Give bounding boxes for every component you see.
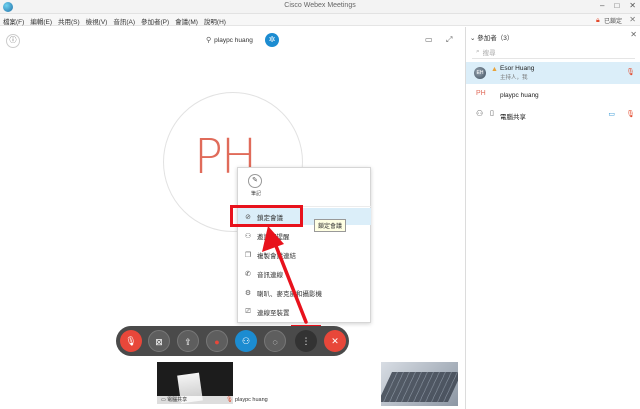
self-video-label-text: 電腦共享 xyxy=(167,397,188,403)
microphone-muted-icon: 🎙︎ xyxy=(125,336,137,346)
cast-icon: ⎚ xyxy=(245,307,251,315)
lock-status-label: 已鎖定 xyxy=(603,19,622,25)
person-icon: ⚇ xyxy=(476,109,484,118)
participant-name: playpc huang xyxy=(500,92,539,99)
menu-meeting[interactable]: 會議(M) xyxy=(175,16,198,26)
more-options-button[interactable]: ⋮ xyxy=(295,330,317,352)
device-icon: ▯ xyxy=(490,110,494,117)
menu-item-label: 連線至裝置 xyxy=(257,309,290,317)
maximize-icon[interactable]: □ xyxy=(614,1,619,10)
window-title: Cisco Webex Meetings xyxy=(284,2,356,9)
speaker-icon: ⚲ xyxy=(206,37,212,44)
close-icon: ✕ xyxy=(331,336,339,346)
chat-icon: ◌ xyxy=(272,337,278,347)
participant-row[interactable]: EH ▲ Esor Huang 主持人，我 🎙︎ xyxy=(466,62,640,84)
lock-status-icon: 🔒︎ xyxy=(595,16,600,24)
menu-participant[interactable]: 參加者(P) xyxy=(141,16,169,26)
participant-name: 電腦共享 xyxy=(500,114,526,121)
menu-item-invite[interactable]: ⚇ 邀請和提醒 xyxy=(238,227,371,244)
menu-view[interactable]: 檢視(V) xyxy=(86,16,108,26)
search-input[interactable]: 搜尋 xyxy=(483,47,496,57)
meeting-info-button[interactable]: ⓘ xyxy=(6,34,20,48)
phone-icon: ✆ xyxy=(245,270,251,278)
more-options-menu: ✎ 筆記 ⊘ 鎖定會議 ⚇ 邀請和提醒 ❐ 複製會議連結 ✆ 音訊連線 ⚙ 喇叭… xyxy=(237,167,371,323)
window-controls: – □ ✕ xyxy=(600,1,636,10)
menu-item-label: 複製會議連結 xyxy=(257,252,296,260)
close-icon[interactable]: ✕ xyxy=(629,1,636,10)
active-speaker-name: playpc huang xyxy=(214,36,253,44)
camera-icon[interactable]: ▭ xyxy=(608,110,615,118)
menu-file[interactable]: 檔案(F) xyxy=(3,16,24,26)
remote-video-thumbnail[interactable] xyxy=(381,362,458,406)
menubar-close-icon[interactable]: ✕ xyxy=(629,15,636,24)
search-icon: ⌕ xyxy=(476,48,480,55)
more-vertical-icon: ⋮ xyxy=(301,336,311,346)
record-icon: ● xyxy=(214,337,220,347)
title-bar: Cisco Webex Meetings – □ ✕ xyxy=(0,0,640,14)
menu-share[interactable]: 共用(S) xyxy=(58,16,80,26)
copy-icon: ❐ xyxy=(244,251,252,259)
mic-muted-icon[interactable]: 🎙︎ xyxy=(626,68,635,76)
menu-help[interactable]: 說明(H) xyxy=(204,16,226,26)
lock-status: 🔒︎ 已鎖定 xyxy=(595,16,622,26)
self-video-label: ▭ 電腦共享 xyxy=(157,396,233,404)
share-icon: ⇪ xyxy=(184,337,192,347)
mute-button[interactable]: 🎙︎ xyxy=(120,330,142,352)
layout-button[interactable]: ✲ xyxy=(265,33,279,47)
menu-item-copy-link[interactable]: ❐ 複製會議連結 xyxy=(238,246,371,263)
participants-search[interactable]: ⌕ 搜尋 xyxy=(472,46,635,59)
mic-muted-icon: 🎙︎ xyxy=(226,397,233,403)
menu-bar: 檔案(F) 編輯(E) 共用(S) 檢視(V) 音訊(A) 參加者(P) 會議(… xyxy=(0,14,640,26)
collapse-chevron-icon[interactable]: ⌄ xyxy=(470,35,475,42)
participant-avatar: EH xyxy=(474,67,486,79)
host-icon: ▲ xyxy=(491,66,498,73)
screen-icon: ▭ xyxy=(161,397,166,403)
menu-item-audio-video-settings[interactable]: ⚙ 喇叭、麥克風和攝影機 xyxy=(238,284,371,301)
menu-item-label: 音訊連線 xyxy=(257,271,283,279)
expand-icon[interactable]: ⤢ xyxy=(446,35,452,45)
share-button[interactable]: ⇪ xyxy=(177,330,199,352)
panel-close-icon[interactable]: ✕ xyxy=(630,30,637,39)
record-button[interactable]: ● xyxy=(206,330,228,352)
participant-initials: PH xyxy=(476,90,486,97)
thumbnail-name: playpc huang xyxy=(234,397,268,403)
lock-meeting-tooltip: 鎖定會議 xyxy=(314,219,347,232)
screen-view-icon[interactable]: ▭ xyxy=(425,35,433,44)
menu-item-label: 喇叭、麥克風和攝影機 xyxy=(257,290,322,298)
participants-title: 參加者（3） xyxy=(477,35,514,42)
mic-muted-icon[interactable]: 🎙︎ xyxy=(626,110,635,118)
end-meeting-button[interactable]: ✕ xyxy=(324,330,346,352)
menu-item-audio-connection[interactable]: ✆ 音訊連線 xyxy=(238,265,371,282)
participants-icon: ⚇ xyxy=(241,336,251,346)
menu-item-connect-device[interactable]: ⎚ 連線至裝置 xyxy=(238,303,371,320)
menu-audio[interactable]: 音訊(A) xyxy=(113,16,135,26)
video-frame-keyboard xyxy=(381,372,458,402)
menu-item-label: 邀請和提醒 xyxy=(257,233,290,241)
camera-off-icon: ⊠ xyxy=(155,337,163,347)
notes-label: 筆記 xyxy=(250,191,261,197)
minimize-icon[interactable]: – xyxy=(600,1,604,10)
participant-role: 主持人，我 xyxy=(500,75,528,81)
thumbnail-name-tag: 🎙︎ playpc huang xyxy=(226,397,268,403)
participants-header[interactable]: ⌄ 參加者（3） ✕ xyxy=(466,27,640,43)
highlight-lock-meeting xyxy=(230,205,303,227)
gear-icon: ⚙ xyxy=(244,289,252,297)
active-speaker: ⚲ playpc huang xyxy=(206,36,253,45)
invite-icon: ⚇ xyxy=(244,232,252,240)
self-video-thumbnail[interactable]: ▭ 電腦共享 xyxy=(157,362,233,404)
participant-name: Esor Huang xyxy=(500,65,535,72)
notes-icon[interactable]: ✎ xyxy=(248,174,262,188)
chat-button[interactable]: ◌ xyxy=(264,330,286,352)
menu-edit[interactable]: 編輯(E) xyxy=(30,16,52,26)
participants-panel: ⌄ 參加者（3） ✕ ⌕ 搜尋 EH ▲ Esor Huang 主持人，我 🎙︎… xyxy=(465,27,640,409)
participant-row[interactable]: ⚇ ▯ 電腦共享 ▭ 🎙︎ xyxy=(466,104,640,126)
video-button[interactable]: ⊠ xyxy=(148,330,170,352)
participants-button[interactable]: ⚇ xyxy=(235,330,257,352)
